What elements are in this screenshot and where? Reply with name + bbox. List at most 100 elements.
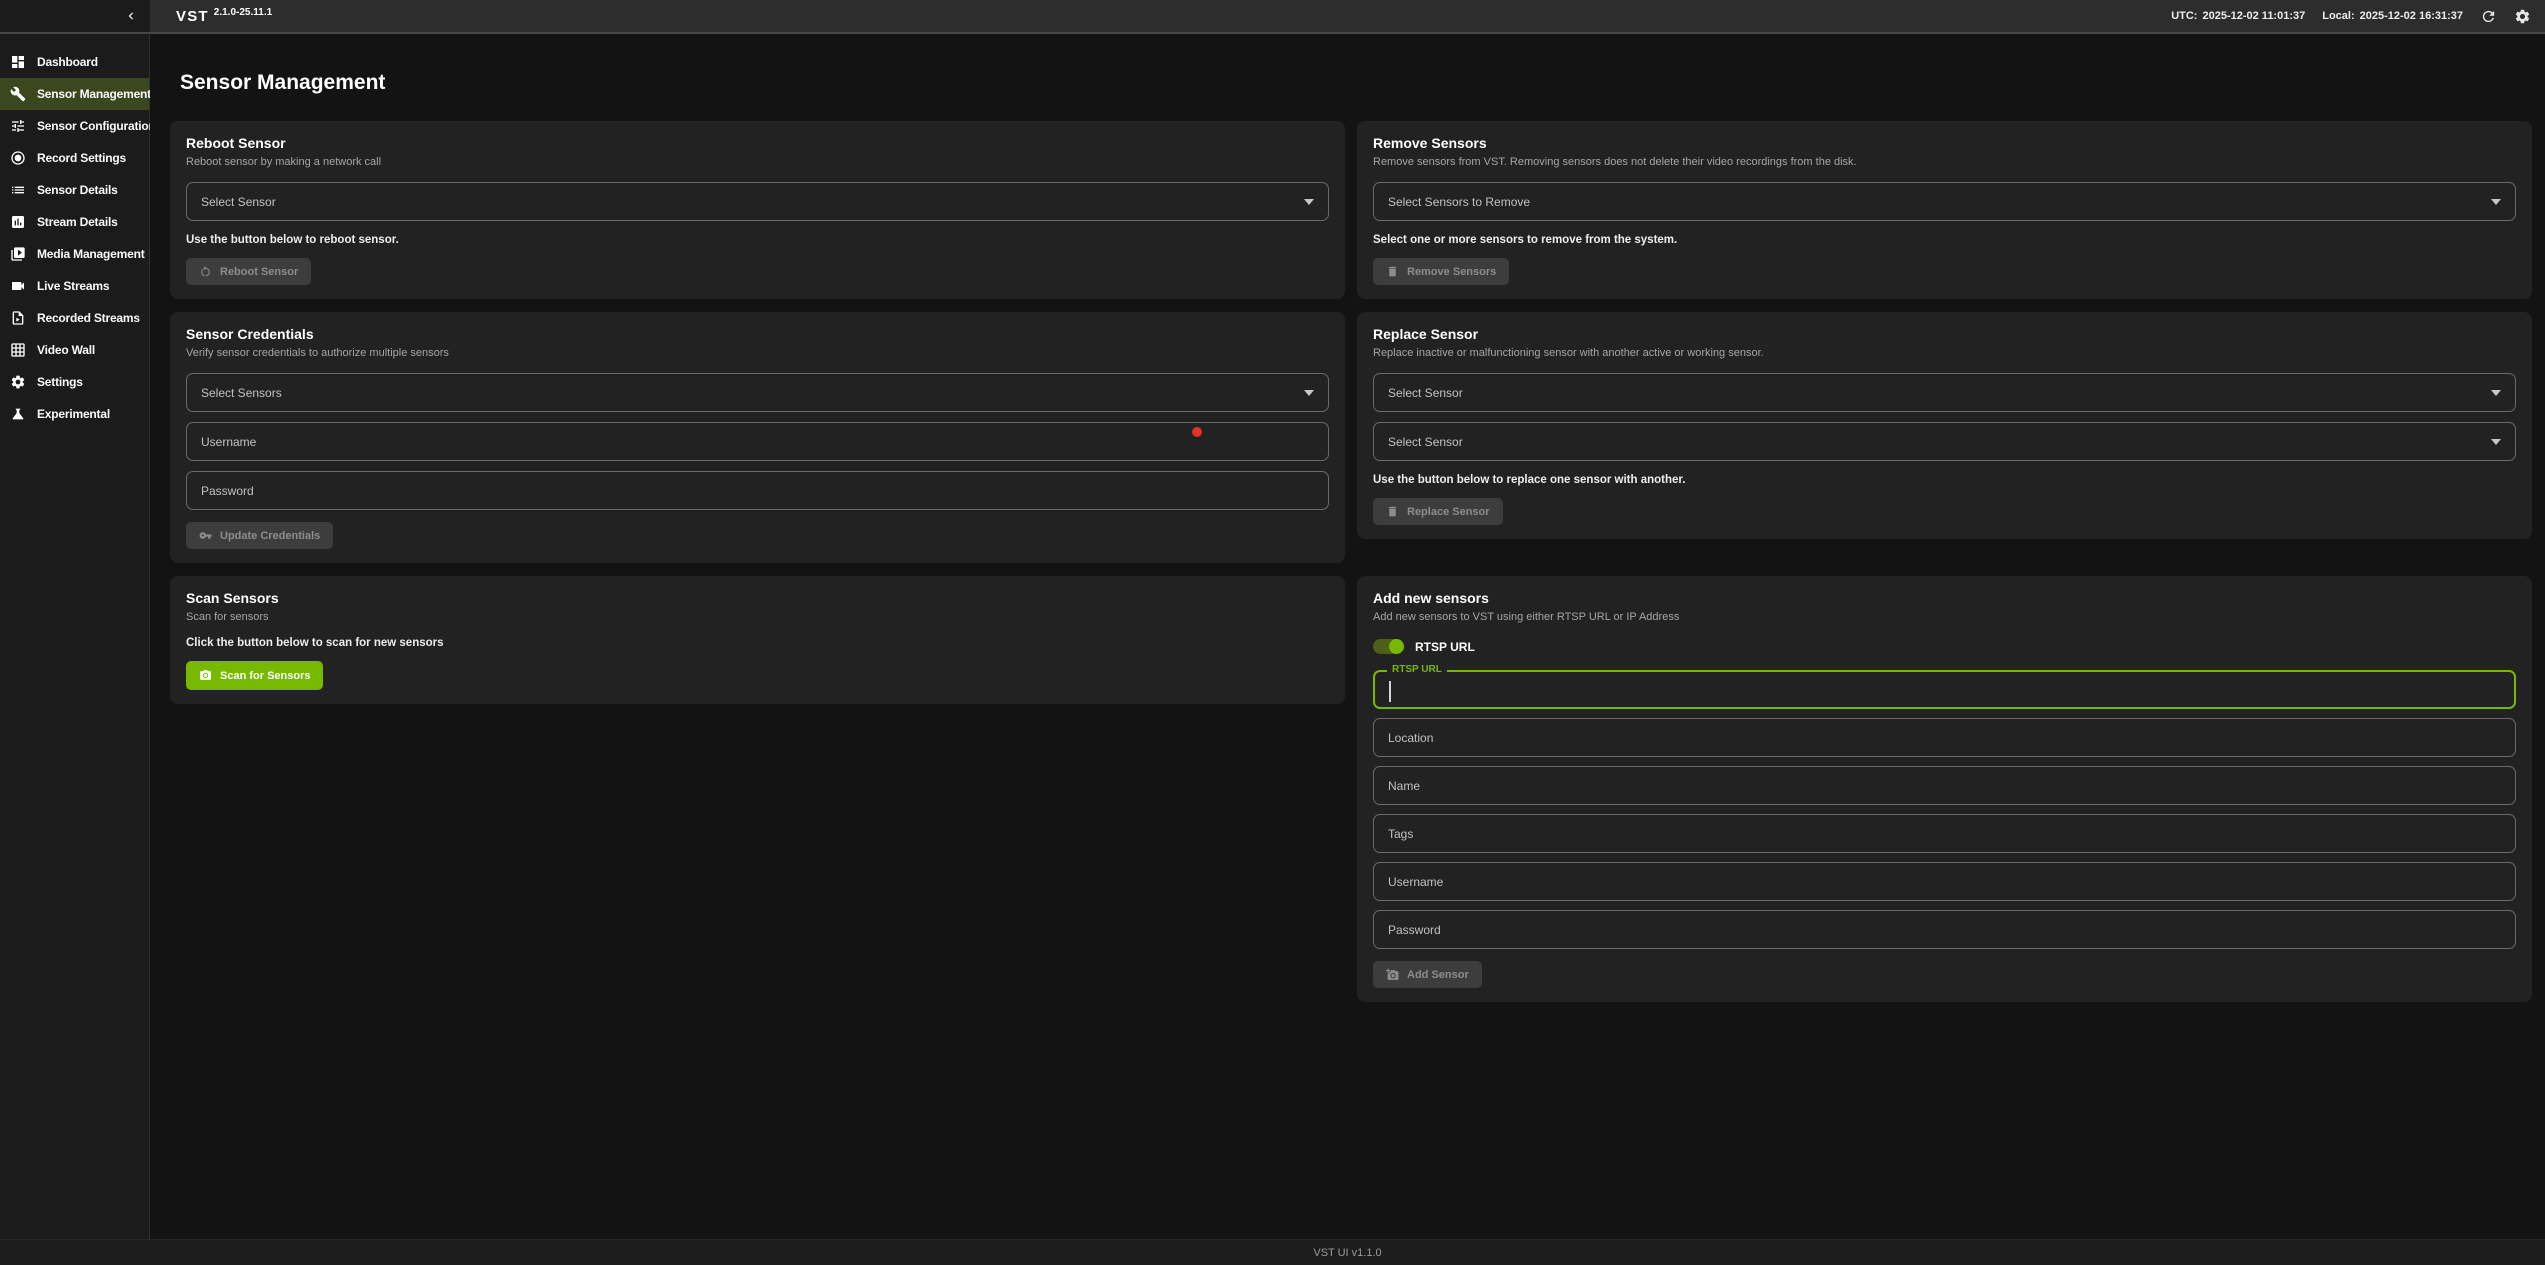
- chevron-down-icon: [2491, 390, 2501, 396]
- password-input[interactable]: [201, 472, 1314, 509]
- sidebar-nav: Dashboard Sensor Management Sensor Confi…: [0, 34, 150, 1239]
- select-placeholder: Select Sensor: [201, 195, 276, 209]
- tune-icon: [10, 118, 26, 134]
- toggle-knob: [1389, 639, 1404, 654]
- reboot-sensor-button[interactable]: Reboot Sensor: [186, 258, 311, 285]
- bar-chart-icon: [10, 214, 26, 230]
- settings-button[interactable]: [2514, 8, 2531, 25]
- card-subtitle: Remove sensors from VST. Removing sensor…: [1373, 155, 2516, 169]
- sidebar-item-media-management[interactable]: Media Management: [0, 238, 149, 270]
- card-title: Replace Sensor: [1373, 325, 2516, 343]
- select-placeholder: Select Sensor: [1388, 435, 1463, 449]
- sidebar-item-label: Sensor Details: [37, 183, 118, 197]
- sidebar-item-record-settings[interactable]: Record Settings: [0, 142, 149, 174]
- location-input[interactable]: [1388, 719, 2501, 756]
- button-label: Replace Sensor: [1407, 506, 1490, 518]
- header-bar: VST2.1.0-25.11.1 UTC:2025-12-02 11:01:37…: [0, 0, 2545, 34]
- username-input[interactable]: [1388, 863, 2501, 900]
- logo-text: VST: [176, 8, 209, 25]
- replace-sensor-button[interactable]: Replace Sensor: [1373, 498, 1503, 525]
- body-row: Dashboard Sensor Management Sensor Confi…: [0, 34, 2545, 1239]
- flask-icon: [10, 406, 26, 422]
- tags-field: [1373, 814, 2516, 853]
- sidebar-item-label: Sensor Configuration: [37, 119, 156, 133]
- collapse-sidebar-button[interactable]: [124, 9, 138, 23]
- videocam-icon: [10, 278, 26, 294]
- card-title: Scan Sensors: [186, 589, 1329, 607]
- sidebar-item-settings[interactable]: Settings: [0, 366, 149, 398]
- remove-sensors-button[interactable]: Remove Sensors: [1373, 258, 1509, 285]
- sidebar-header: [0, 0, 150, 32]
- rtsp-url-input[interactable]: [1389, 672, 2500, 707]
- name-field: [1373, 766, 2516, 805]
- sidebar-item-label: Live Streams: [37, 279, 109, 293]
- sidebar-item-dashboard[interactable]: Dashboard: [0, 46, 149, 78]
- rtsp-toggle-row: RTSP URL: [1373, 639, 2516, 654]
- chevron-down-icon: [1304, 390, 1314, 396]
- remove-sensors-card: Remove Sensors Remove sensors from VST. …: [1357, 121, 2532, 299]
- button-label: Scan for Sensors: [220, 670, 310, 682]
- chevron-down-icon: [2491, 199, 2501, 205]
- sidebar-item-label: Sensor Management: [37, 87, 151, 101]
- sidebar-item-live-streams[interactable]: Live Streams: [0, 270, 149, 302]
- button-label: Add Sensor: [1407, 969, 1469, 981]
- video-library-icon: [10, 246, 26, 262]
- remove-select-sensors-dropdown[interactable]: Select Sensors to Remove: [1373, 182, 2516, 221]
- update-credentials-button[interactable]: Update Credentials: [186, 522, 333, 549]
- sidebar-item-label: Dashboard: [37, 55, 98, 69]
- helper-text: Click the button below to scan for new s…: [186, 637, 1329, 649]
- select-placeholder: Select Sensors: [201, 386, 282, 400]
- reboot-sensor-card: Reboot Sensor Reboot sensor by making a …: [170, 121, 1345, 299]
- local-value: 2025-12-02 16:31:37: [2360, 10, 2463, 22]
- video-file-icon: [10, 310, 26, 326]
- chevron-down-icon: [1304, 199, 1314, 205]
- replace-select-sensor-dropdown-2[interactable]: Select Sensor: [1373, 422, 2516, 461]
- scan-for-sensors-button[interactable]: Scan for Sensors: [186, 661, 323, 690]
- utc-clock: UTC:2025-12-02 11:01:37: [2171, 10, 2305, 22]
- username-input[interactable]: [201, 423, 1314, 460]
- card-title: Remove Sensors: [1373, 134, 2516, 152]
- chevron-down-icon: [2491, 439, 2501, 445]
- card-subtitle: Replace inactive or malfunctioning senso…: [1373, 346, 2516, 360]
- credentials-password-field: [186, 471, 1329, 510]
- name-input[interactable]: [1388, 767, 2501, 804]
- sidebar-item-video-wall[interactable]: Video Wall: [0, 334, 149, 366]
- sidebar-item-label: Settings: [37, 375, 83, 389]
- sidebar-item-recorded-streams[interactable]: Recorded Streams: [0, 302, 149, 334]
- tags-input[interactable]: [1388, 815, 2501, 852]
- sidebar-item-sensor-management[interactable]: Sensor Management: [0, 78, 149, 110]
- replace-sensor-card: Replace Sensor Replace inactive or malfu…: [1357, 312, 2532, 539]
- card-title: Sensor Credentials: [186, 325, 1329, 343]
- rtsp-floating-label: RTSP URL: [1387, 664, 1447, 675]
- sidebar-item-label: Media Management: [37, 247, 145, 261]
- sidebar-item-experimental[interactable]: Experimental: [0, 398, 149, 430]
- wrench-icon: [10, 86, 26, 102]
- sidebar-item-sensor-details[interactable]: Sensor Details: [0, 174, 149, 206]
- local-clock: Local:2025-12-02 16:31:37: [2322, 10, 2463, 22]
- credentials-select-sensors-dropdown[interactable]: Select Sensors: [186, 373, 1329, 412]
- sidebar-item-stream-details[interactable]: Stream Details: [0, 206, 149, 238]
- card-subtitle: Verify sensor credentials to authorize m…: [186, 346, 1329, 360]
- record-icon: [10, 150, 26, 166]
- refresh-icon: [2480, 8, 2497, 25]
- scan-sensors-card: Scan Sensors Scan for sensors Click the …: [170, 576, 1345, 704]
- dashboard-icon: [10, 54, 26, 70]
- rtsp-url-toggle[interactable]: [1373, 639, 1403, 654]
- reboot-select-sensor-dropdown[interactable]: Select Sensor: [186, 182, 1329, 221]
- footer-version-text: VST UI v1.1.0: [1313, 1247, 1381, 1259]
- location-field: [1373, 718, 2516, 757]
- card-subtitle: Add new sensors to VST using either RTSP…: [1373, 610, 2516, 624]
- refresh-button[interactable]: [2480, 8, 2497, 25]
- card-subtitle: Reboot sensor by making a network call: [186, 155, 1329, 169]
- card-title: Add new sensors: [1373, 589, 2516, 607]
- gear-icon: [2514, 8, 2531, 25]
- credentials-username-field: [186, 422, 1329, 461]
- sidebar-item-label: Stream Details: [37, 215, 118, 229]
- add-camera-icon: [1386, 968, 1399, 981]
- sensor-credentials-card: Sensor Credentials Verify sensor credent…: [170, 312, 1345, 563]
- add-sensor-button[interactable]: Add Sensor: [1373, 961, 1482, 988]
- replace-select-sensor-dropdown-1[interactable]: Select Sensor: [1373, 373, 2516, 412]
- password-input[interactable]: [1388, 911, 2501, 948]
- sidebar-item-sensor-configuration[interactable]: Sensor Configuration: [0, 110, 149, 142]
- button-label: Update Credentials: [220, 530, 320, 542]
